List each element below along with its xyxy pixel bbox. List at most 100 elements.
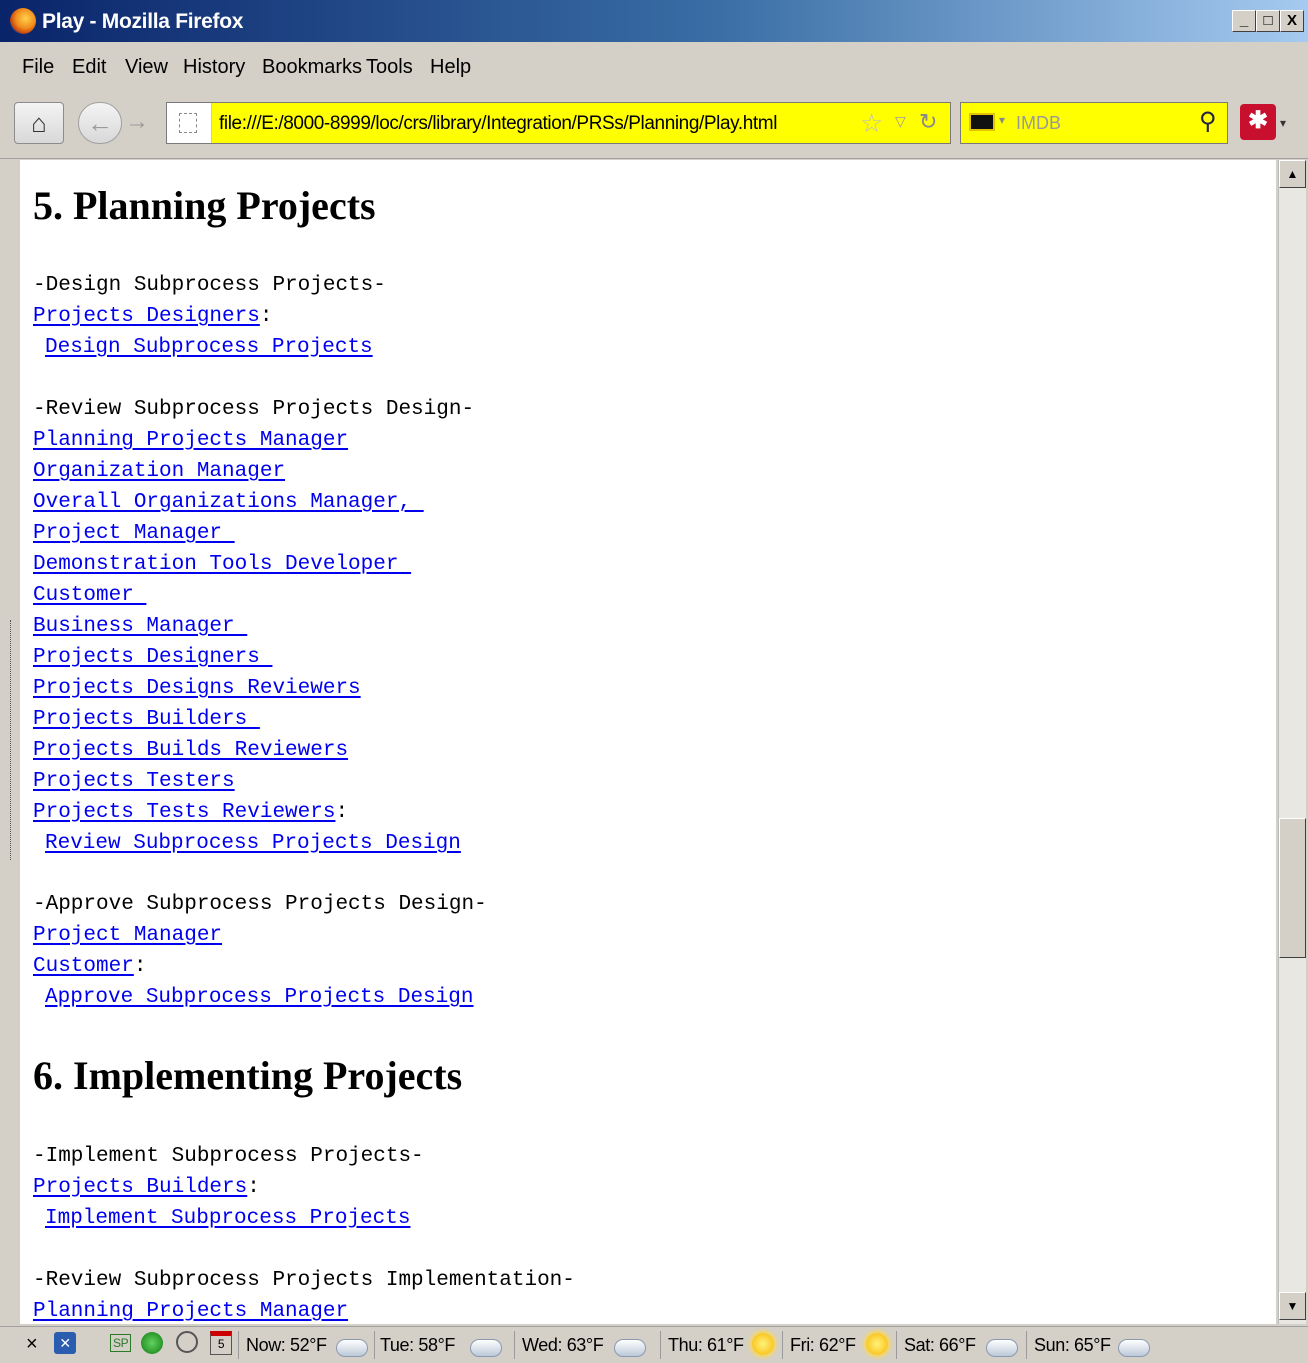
home-button[interactable]: ⌂: [14, 102, 64, 144]
sp-icon[interactable]: SP: [110, 1334, 132, 1352]
action-link[interactable]: Implement Subprocess Projects: [45, 1207, 410, 1230]
group-heading: -Implement Subprocess Projects-: [33, 1145, 424, 1168]
group-heading: -Review Subprocess Projects Design-: [33, 398, 475, 421]
sidebar-grip[interactable]: [10, 620, 13, 860]
bookmark-star-icon[interactable]: ☆: [860, 108, 883, 139]
green-status-icon[interactable]: [141, 1332, 163, 1354]
search-engine-dropdown-icon[interactable]: ▾: [999, 113, 1005, 127]
sun-icon: [866, 1333, 888, 1355]
role-link[interactable]: Business Manager: [33, 615, 247, 638]
forward-arrow-icon: →: [125, 108, 149, 135]
addon-icon[interactable]: ✱: [1240, 104, 1276, 140]
role-link[interactable]: Overall Organizations Manager,: [33, 491, 424, 514]
group-heading: -Approve Subprocess Projects Design-: [33, 893, 487, 916]
menu-bar: File Edit View History Bookmarks Tools H…: [0, 42, 1308, 90]
action-link[interactable]: Approve Subprocess Projects Design: [45, 986, 473, 1009]
cloud-icon: [614, 1339, 646, 1357]
role-link[interactable]: Customer: [33, 955, 134, 978]
weather-thu-label[interactable]: Thu: 61°F: [668, 1335, 744, 1356]
sun-icon: [752, 1333, 774, 1355]
firefox-icon: [10, 8, 36, 34]
role-link[interactable]: Projects Builders: [33, 1176, 247, 1199]
divider: [514, 1331, 515, 1359]
group-heading: -Design Subprocess Projects-: [33, 274, 386, 297]
cloud-icon: [470, 1339, 502, 1357]
home-icon: ⌂: [31, 108, 47, 138]
role-link[interactable]: Projects Tests Reviewers: [33, 801, 335, 824]
role-link[interactable]: Projects Testers: [33, 770, 235, 793]
calendar-icon[interactable]: 5: [210, 1331, 232, 1355]
page-content: 5. Planning Projects -Design Subprocess …: [20, 160, 1276, 1324]
role-link[interactable]: Projects Designs Reviewers: [33, 677, 361, 700]
reload-icon[interactable]: ↻: [919, 109, 937, 135]
menu-history[interactable]: History: [183, 56, 245, 79]
divider: [660, 1331, 661, 1359]
weather-fri-label[interactable]: Fri: 62°F: [790, 1335, 856, 1356]
clock-icon[interactable]: [176, 1331, 198, 1353]
window-title: Play - Mozilla Firefox: [42, 10, 244, 33]
status-bar: × ✕ SP 5 Now: 52°F Tue: 58°F Wed: 63°F T…: [0, 1326, 1308, 1363]
weather-sun-label[interactable]: Sun: 65°F: [1034, 1335, 1111, 1356]
role-link[interactable]: Planning Projects Manager: [33, 1300, 348, 1323]
divider: [238, 1331, 239, 1359]
search-icon[interactable]: ⚲: [1199, 107, 1217, 136]
back-arrow-icon: ←: [87, 108, 113, 138]
maximize-button[interactable]: □: [1256, 10, 1280, 32]
url-bar[interactable]: file:///E:/8000-8999/loc/crs/library/Int…: [166, 102, 951, 144]
role-link[interactable]: Project Manager: [33, 522, 235, 545]
role-link[interactable]: Projects Designers: [33, 305, 260, 328]
minimize-button[interactable]: _: [1232, 10, 1256, 32]
site-identity-button[interactable]: [167, 103, 212, 143]
section-title: 5. Planning Projects: [33, 183, 376, 228]
url-dropdown-icon[interactable]: ▽: [895, 113, 906, 130]
weather-tue-label[interactable]: Tue: 58°F: [380, 1335, 455, 1356]
scroll-down-button[interactable]: ▼: [1279, 1292, 1306, 1320]
vertical-scrollbar[interactable]: ▲ ▼: [1278, 160, 1306, 1324]
partly-cloudy-icon: [986, 1339, 1018, 1357]
colon: :: [133, 955, 147, 978]
menu-file[interactable]: File: [22, 56, 54, 79]
title-bar: Play - Mozilla Firefox _ □ X: [0, 0, 1308, 42]
cloud-icon: [336, 1339, 368, 1357]
xmarks-icon[interactable]: ✕: [54, 1332, 76, 1354]
colon: :: [247, 1176, 260, 1199]
menu-bookmarks[interactable]: Bookmarks: [262, 56, 362, 79]
navigation-toolbar: ⌂ ← → file:///E:/8000-8999/loc/crs/libra…: [0, 90, 1308, 159]
divider: [782, 1331, 783, 1359]
role-link[interactable]: Customer: [33, 584, 146, 607]
weather-now-label[interactable]: Now: 52°F: [246, 1335, 327, 1356]
weather-wed-label[interactable]: Wed: 63°F: [522, 1335, 604, 1356]
divider: [1026, 1331, 1027, 1359]
role-link[interactable]: Projects Builds Reviewers: [33, 739, 348, 762]
weather-sat-label[interactable]: Sat: 66°F: [904, 1335, 976, 1356]
role-link[interactable]: Projects Builders: [33, 708, 260, 731]
back-button[interactable]: ←: [78, 102, 122, 144]
close-button[interactable]: X: [1280, 10, 1304, 32]
search-bar[interactable]: ▾ IMDB ⚲: [960, 102, 1228, 144]
role-link[interactable]: Project Manager: [33, 924, 222, 947]
scroll-thumb[interactable]: [1279, 818, 1306, 958]
role-link[interactable]: Projects Designers: [33, 646, 272, 669]
colon: :: [335, 801, 349, 824]
imdb-engine-icon[interactable]: [969, 113, 995, 131]
role-link[interactable]: Organization Manager: [33, 460, 285, 483]
menu-view[interactable]: View: [125, 56, 168, 79]
divider: [374, 1331, 375, 1359]
menu-tools[interactable]: Tools: [366, 56, 413, 79]
addon-dropdown-icon[interactable]: ▾: [1280, 116, 1286, 130]
colon: :: [259, 305, 273, 328]
action-link[interactable]: Review Subprocess Projects Design: [45, 832, 461, 855]
forward-button[interactable]: →: [122, 102, 152, 144]
url-input[interactable]: file:///E:/8000-8999/loc/crs/library/Int…: [219, 113, 777, 135]
scroll-up-button[interactable]: ▲: [1279, 160, 1306, 188]
menu-edit[interactable]: Edit: [72, 56, 106, 79]
action-link[interactable]: Design Subprocess Projects: [45, 336, 373, 359]
menu-help[interactable]: Help: [430, 56, 471, 79]
search-input[interactable]: IMDB: [1016, 113, 1061, 134]
partly-cloudy-icon: [1118, 1339, 1150, 1357]
role-link[interactable]: Demonstration Tools Developer: [33, 553, 411, 576]
close-addon-bar-icon[interactable]: ×: [26, 1333, 38, 1356]
page-icon: [179, 113, 197, 133]
group-heading: -Review Subprocess Projects Implementati…: [33, 1269, 575, 1292]
role-link[interactable]: Planning Projects Manager: [33, 429, 348, 452]
